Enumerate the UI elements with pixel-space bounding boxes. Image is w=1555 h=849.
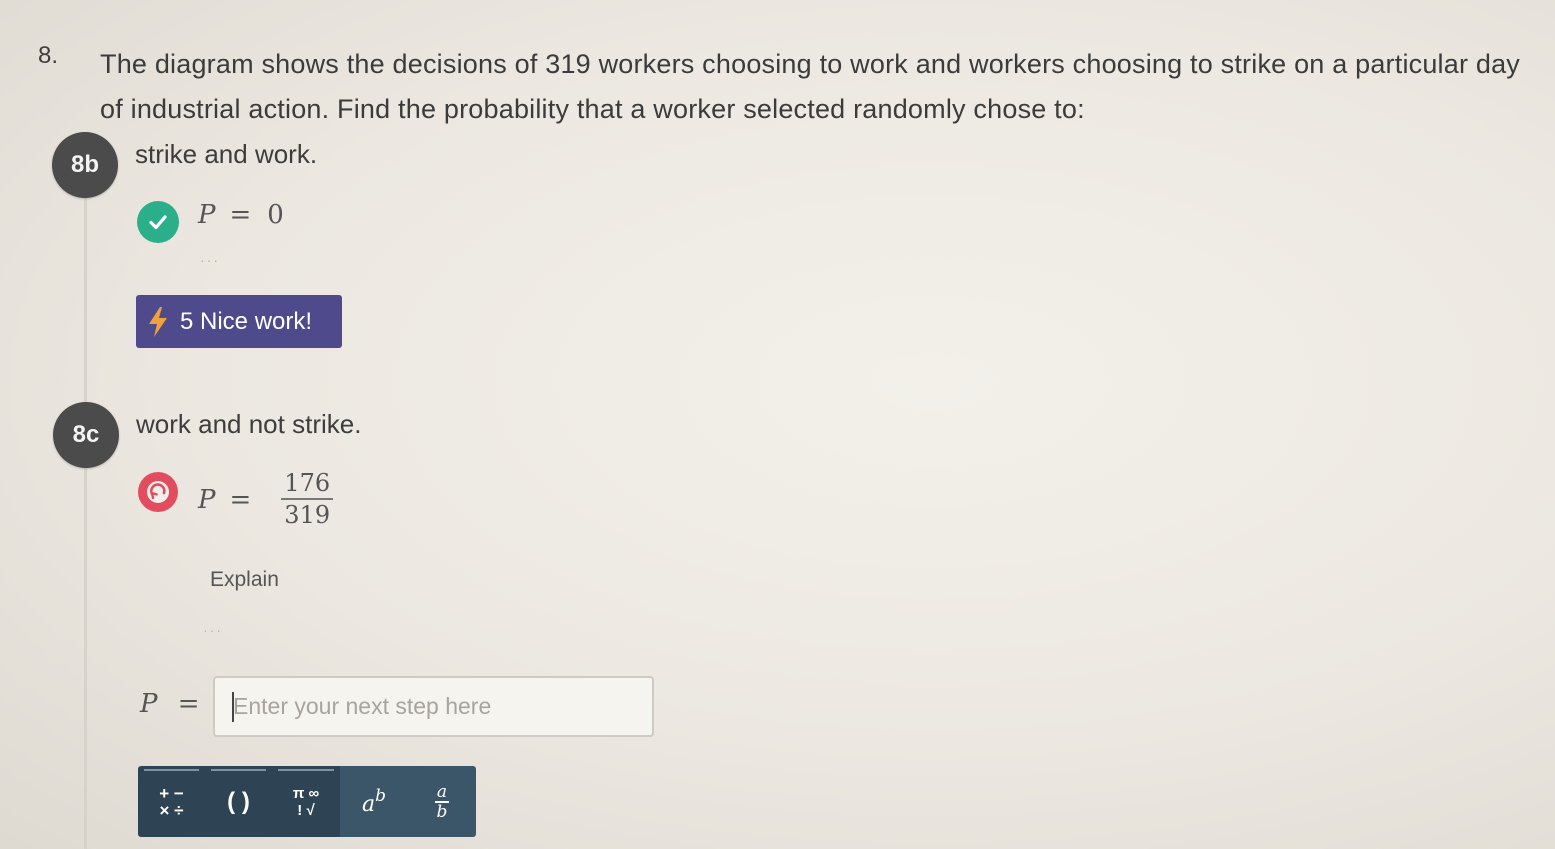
- input-equals: =: [177, 689, 200, 719]
- part-b-more-dots[interactable]: ···: [200, 252, 220, 268]
- fraction-button[interactable]: a b: [408, 766, 476, 837]
- part-c-answer: P = 176 319: [198, 470, 334, 529]
- input-variable: P: [140, 689, 158, 719]
- symbols-icon-top: π ∞: [292, 784, 320, 802]
- operators-icon-bottom: × ÷: [159, 800, 184, 820]
- part-c-badge: 8c: [53, 402, 119, 468]
- question-text: The diagram shows the decisions of 319 w…: [100, 49, 1520, 124]
- next-step-input[interactable]: [213, 676, 654, 737]
- brackets-icon: ( ): [227, 787, 250, 815]
- part-b-connector: [84, 195, 87, 407]
- answer-variable: P: [198, 484, 216, 515]
- input-label: P =: [140, 689, 200, 719]
- text-caret: [232, 692, 234, 722]
- explain-link[interactable]: Explain: [210, 568, 279, 592]
- lightning-icon: [149, 306, 167, 337]
- check-icon: [137, 201, 179, 243]
- part-b-answer: P = 0: [198, 200, 284, 230]
- part-b-badge: 8b: [52, 132, 118, 198]
- math-toolbar: + − × ÷ ( ) π ∞ ! √ ab a b: [138, 766, 476, 837]
- power-base: a: [361, 792, 376, 817]
- power-icon: ab: [362, 786, 386, 817]
- answer-variable: P: [198, 200, 216, 230]
- fraction-numerator: 176: [281, 470, 334, 500]
- fraction-denominator: 319: [284, 501, 331, 529]
- fraction-icon: a b: [434, 781, 450, 822]
- part-b-prompt: strike and work.: [135, 139, 318, 169]
- power-button[interactable]: ab: [340, 766, 408, 837]
- operators-icon-top: + −: [159, 783, 184, 803]
- fraction-icon-num: a: [434, 781, 450, 803]
- part-c-connector: [84, 465, 87, 849]
- part-c-prompt: work and not strike.: [136, 409, 362, 439]
- fraction-icon-den: b: [436, 801, 448, 822]
- answer-equals: =: [229, 484, 252, 515]
- answer-value: 0: [267, 200, 284, 230]
- part-c-more-dots[interactable]: ···: [203, 622, 223, 638]
- answer-equals: =: [229, 200, 252, 230]
- symbols-button[interactable]: π ∞ ! √: [272, 766, 340, 837]
- answer-fraction: 176 319: [281, 470, 334, 529]
- reward-banner: 5 Nice work!: [136, 295, 342, 348]
- retry-icon: [138, 472, 178, 512]
- question-number: 8.: [38, 42, 59, 69]
- power-exponent: b: [375, 786, 386, 806]
- brackets-button[interactable]: ( ): [205, 766, 272, 837]
- symbols-icon-bottom: ! √: [297, 801, 315, 819]
- operators-button[interactable]: + − × ÷: [138, 766, 205, 837]
- reward-label: 5 Nice work!: [180, 307, 313, 335]
